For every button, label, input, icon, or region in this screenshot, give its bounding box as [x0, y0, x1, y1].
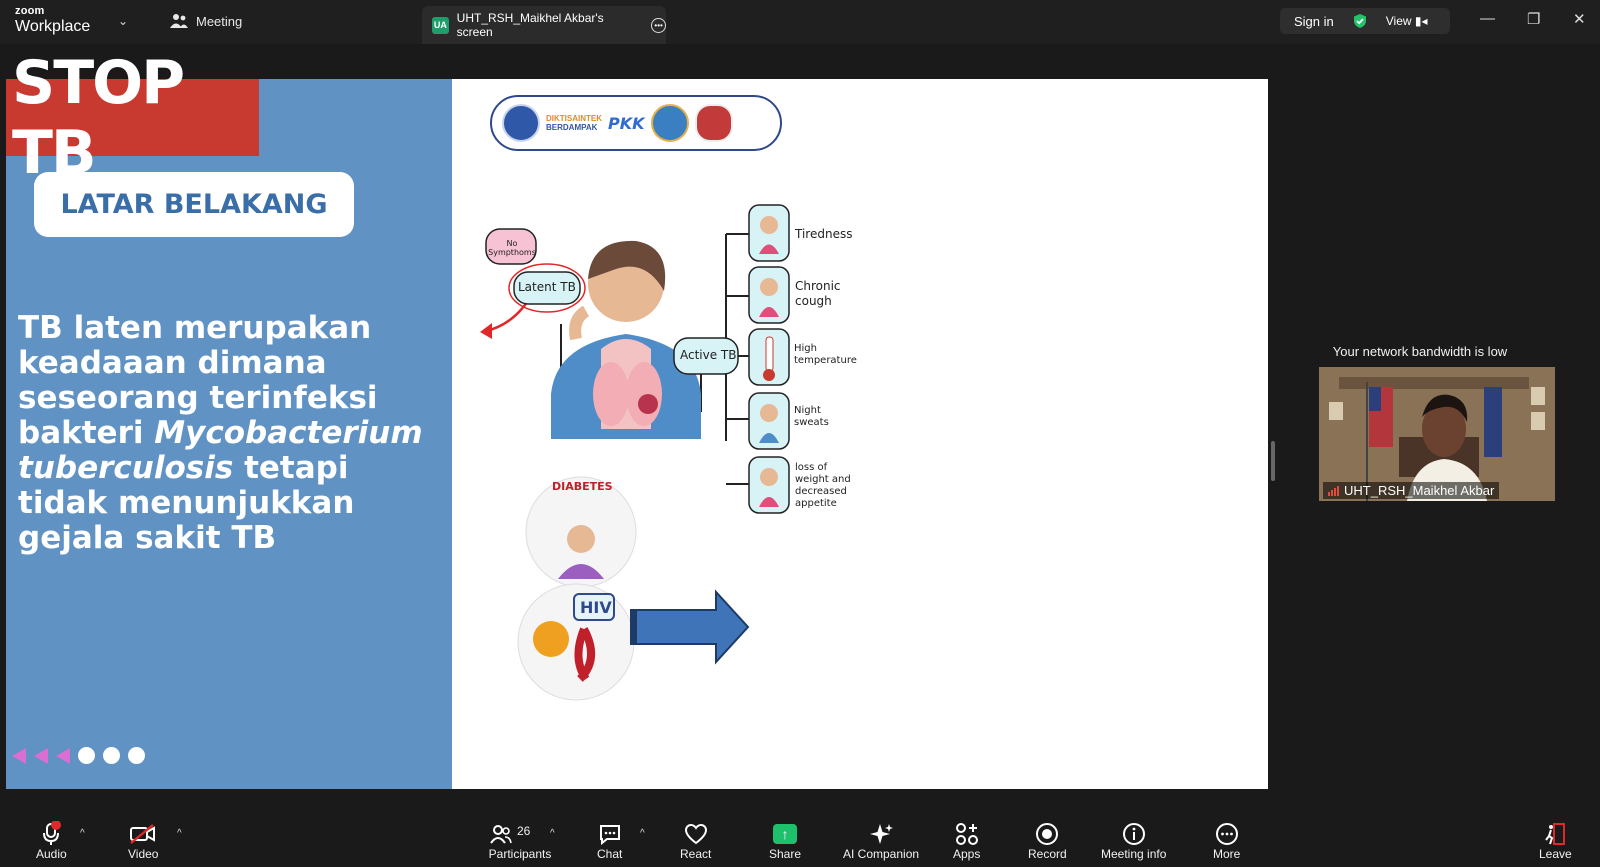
shared-slide: STOP TB LATAR BELAKANG TB laten merupaka… [6, 48, 1268, 789]
leave-label: Leave [1539, 847, 1572, 861]
apps-label: Apps [953, 847, 981, 861]
chat-button[interactable]: Chat [597, 821, 622, 861]
restore-icon[interactable]: ❐ [1527, 10, 1540, 28]
chat-icon [599, 825, 620, 845]
react-button[interactable]: React [680, 821, 711, 861]
video-label: Video [128, 847, 159, 861]
more-button[interactable]: More [1213, 821, 1240, 861]
tb-diagram: No Sympthoms Latent TB Active TB Tiredne… [476, 199, 876, 719]
participant-count: 26 [517, 824, 531, 838]
meeting-toolbar: Audio ^ Video ^ Participants 26 ^ Chat ^… [0, 815, 1600, 867]
title-bar: zoom Workplace ⌄ Meeting UA UHT_RSH_Maik… [0, 0, 1600, 44]
participants-icon [490, 825, 512, 844]
apps-button[interactable]: Apps [953, 821, 980, 861]
audio-label: Audio [36, 847, 67, 861]
user-initials-badge: UA [432, 16, 449, 34]
ai-companion-label: AI Companion [843, 847, 920, 861]
video-button[interactable]: Video [128, 821, 158, 861]
view-button[interactable]: View ▮◂ [1386, 14, 1428, 28]
ai-companion-button[interactable]: AI Companion [843, 821, 919, 861]
no-symptoms-label: No Sympthoms [488, 239, 536, 257]
chat-label: Chat [597, 847, 623, 861]
meeting-people-icon [170, 14, 188, 28]
react-label: React [680, 847, 712, 861]
meeting-tab[interactable]: Meeting [170, 13, 242, 29]
slide-heading: LATAR BELAKANG [34, 172, 354, 237]
minimize-icon[interactable]: — [1480, 10, 1495, 27]
diktisaintek-logo: DIKTISAINTEK BERDAMPAK [546, 114, 602, 132]
more-options-icon[interactable]: ••• [651, 17, 666, 33]
view-label: View [1385, 14, 1412, 28]
participants-label: Participants [488, 847, 552, 861]
chat-caret-icon[interactable]: ^ [640, 828, 645, 839]
account-controls: Sign in View ▮◂ [1280, 8, 1450, 34]
sign-in-button[interactable]: Sign in [1294, 14, 1334, 29]
hiv-label: HIV [580, 598, 612, 617]
more-icon [1215, 823, 1238, 845]
institution-logo [502, 104, 540, 142]
info-icon [1122, 823, 1145, 845]
participant-name: UHT_RSH_Maikhel Akbar [1344, 483, 1495, 498]
more-label: More [1213, 847, 1241, 861]
slide-left-panel: STOP TB LATAR BELAKANG TB laten merupaka… [6, 48, 452, 789]
record-label: Record [1028, 847, 1067, 861]
signal-bars-icon [1328, 485, 1339, 496]
symptom-high-temperature: High temperature [794, 343, 857, 366]
apps-icon [955, 823, 978, 845]
chevron-down-icon[interactable]: ⌄ [118, 14, 128, 28]
participant-video[interactable]: UHT_RSH_Maikhel Akbar [1319, 367, 1555, 501]
camera-off-icon [130, 824, 156, 844]
audio-button[interactable]: Audio [36, 821, 67, 861]
sparkle-icon [870, 824, 894, 844]
leave-button[interactable]: Leave [1539, 821, 1572, 861]
diabetes-label: DIABETES [552, 480, 613, 493]
logo-text-2: BERDAMPAK [546, 123, 598, 132]
shared-screen-label: UHT_RSH_Maikhel Akbar's screen [456, 11, 604, 39]
zoom-workplace-logo[interactable]: zoom Workplace [15, 6, 90, 35]
university-seal [650, 104, 689, 142]
latent-tb-label: Latent TB [518, 280, 576, 294]
bandwidth-warning: Your network bandwidth is low [1332, 344, 1508, 359]
lung-badge-logo [694, 104, 733, 142]
panel-resize-handle[interactable] [1271, 441, 1275, 481]
meeting-info-label: Meeting info [1101, 847, 1167, 861]
participants-caret-icon[interactable]: ^ [550, 828, 555, 839]
participant-name-tag: UHT_RSH_Maikhel Akbar [1323, 482, 1500, 499]
logo-text-1: DIKTISAINTEK [546, 114, 602, 123]
pkk-logo: PKK [608, 113, 645, 133]
leave-door-icon [1545, 823, 1566, 845]
active-tb-label: Active TB [680, 348, 737, 362]
symptom-tiredness: Tiredness [795, 227, 853, 241]
view-layout-icon: ▮◂ [1414, 14, 1428, 28]
slide-decoration-dots [12, 747, 151, 764]
record-button[interactable]: Record [1028, 821, 1067, 861]
meeting-info-button[interactable]: Meeting info [1101, 821, 1166, 861]
video-options-caret-icon[interactable]: ^ [177, 828, 182, 839]
sponsor-logo-banner: DIKTISAINTEK BERDAMPAK PKK [490, 95, 782, 151]
video-frame [1319, 367, 1555, 501]
shared-screen-tab[interactable]: UA UHT_RSH_Maikhel Akbar's screen ••• [422, 6, 666, 44]
share-button[interactable]: ↑ Share [769, 821, 801, 861]
brand-small: zoom [15, 5, 45, 17]
brand-big: Workplace [15, 18, 91, 35]
share-label: Share [769, 847, 802, 861]
slide-body-text: TB laten merupakan keadaaan dimana seseo… [18, 311, 438, 556]
audio-options-caret-icon[interactable]: ^ [80, 828, 85, 839]
record-icon [1036, 823, 1059, 845]
heart-icon [684, 823, 707, 845]
symptom-night-sweats: Night sweats [794, 405, 829, 428]
microphone-muted-icon [43, 821, 62, 845]
close-icon[interactable]: ✕ [1573, 10, 1586, 28]
share-screen-icon: ↑ [773, 824, 798, 844]
tb-diagram-graphics [480, 204, 790, 701]
symptom-chronic-cough: Chronic cough [795, 279, 841, 308]
symptom-weight-loss: loss of weight and decreased appetite [795, 462, 851, 509]
shield-check-icon[interactable] [1352, 13, 1368, 29]
stop-tb-banner: STOP TB [6, 48, 259, 188]
meeting-label: Meeting [196, 13, 243, 29]
